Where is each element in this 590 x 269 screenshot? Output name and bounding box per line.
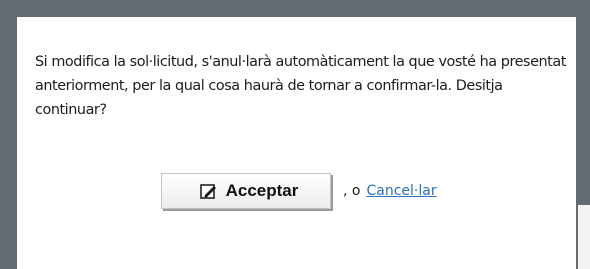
accept-button[interactable]: Acceptar xyxy=(161,173,331,209)
edit-icon xyxy=(199,183,217,200)
dialog-actions: Acceptar , o Cancel·lar xyxy=(161,173,437,209)
confirmation-message: Si modifica la sol·licitud, s'anul·larà … xyxy=(35,54,566,118)
scrollbar-track[interactable] xyxy=(578,205,590,269)
dialog-frame: Si modifica la sol·licitud, s'anul·larà … xyxy=(0,0,590,269)
confirmation-dialog: Si modifica la sol·licitud, s'anul·larà … xyxy=(17,17,576,269)
accept-button-label: Acceptar xyxy=(225,181,299,200)
cancel-link[interactable]: Cancel·lar xyxy=(366,183,436,199)
separator-text: , o xyxy=(343,183,361,199)
